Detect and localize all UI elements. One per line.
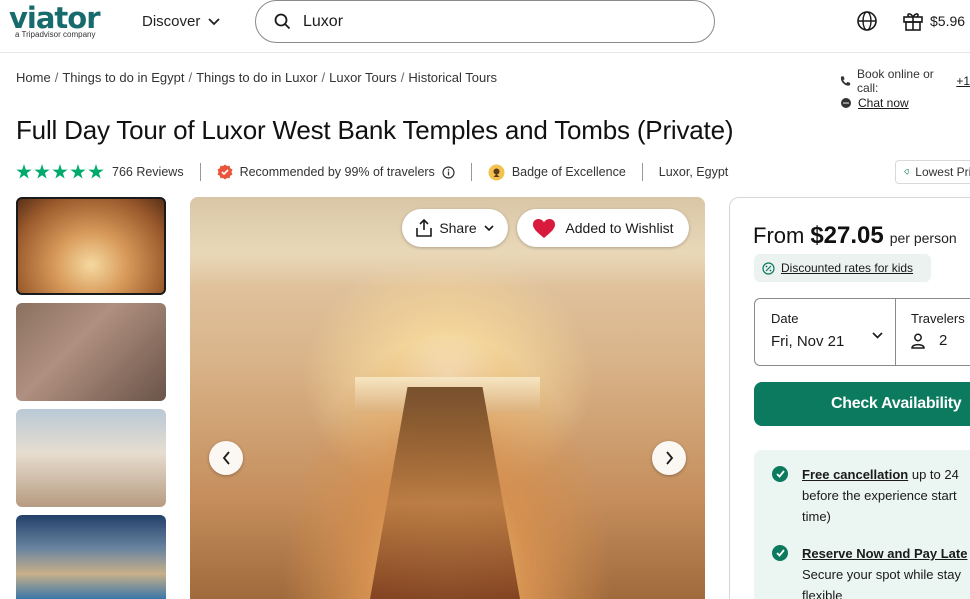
- star-icon: [34, 164, 50, 179]
- breadcrumb: Home / Things to do in Egypt / Things to do …: [16, 70, 498, 85]
- heart-icon: [533, 218, 556, 238]
- share-label: Share: [439, 220, 477, 236]
- breadcrumb-luxor-tours[interactable]: Luxor Tours: [329, 70, 397, 85]
- reviews-count[interactable]: 766 Reviews: [112, 165, 184, 179]
- travelers-selector[interactable]: 2: [911, 332, 947, 349]
- badge-info: Badge of Excellence: [488, 164, 626, 181]
- perk1-line2: before the experience start: [802, 488, 957, 503]
- perk-reserve-now: Reserve Now and Pay Late Secure your spo…: [772, 543, 970, 599]
- reserve-now-link[interactable]: Reserve Now and Pay Late: [802, 546, 967, 561]
- search-value: Luxor: [303, 12, 344, 30]
- star-icon: [70, 164, 86, 179]
- perk1-line3: time): [802, 509, 831, 524]
- from-label: From: [753, 223, 805, 248]
- free-cancellation-link[interactable]: Free cancellation: [802, 467, 908, 482]
- recommended-text: Recommended by 99% of travelers: [239, 165, 435, 179]
- price-display: From $27.05 per person: [753, 222, 957, 250]
- main-gallery-image[interactable]: [190, 197, 705, 599]
- kids-discount-link[interactable]: Discounted rates for kids: [754, 254, 931, 282]
- phone-link[interactable]: +1: [956, 74, 970, 88]
- person-icon: [911, 333, 925, 349]
- perk-text: Reserve Now and Pay Late Secure your spo…: [802, 543, 970, 599]
- divider: [470, 163, 472, 181]
- search-input[interactable]: Luxor: [255, 0, 715, 43]
- breadcrumb-egypt[interactable]: Things to do in Egypt: [62, 70, 184, 85]
- previous-image-button[interactable]: [209, 441, 243, 475]
- wallet-amount: $5.96: [930, 13, 966, 29]
- gallery-thumbnail[interactable]: [16, 409, 166, 507]
- recommended-info: Recommended by 99% of travelers: [217, 164, 455, 180]
- chevron-left-icon: [222, 451, 230, 465]
- price-amount: $27.05: [810, 222, 884, 249]
- wallet-button[interactable]: $5.96: [902, 10, 965, 32]
- top-header: viator a Tripadvisor company Discover Lu…: [0, 0, 970, 53]
- perk2-line2: flexible: [802, 588, 843, 599]
- picker-divider: [895, 299, 896, 365]
- gallery-thumbnail[interactable]: [16, 303, 166, 401]
- image-corridor: [370, 387, 520, 599]
- share-button[interactable]: Share: [402, 209, 508, 247]
- share-icon: [416, 219, 433, 237]
- travelers-count: 2: [939, 332, 948, 349]
- breadcrumb-historical-tours[interactable]: Historical Tours: [408, 70, 497, 85]
- contact-box: Book online or call: +1 Chat now: [840, 67, 970, 114]
- divider: [641, 163, 643, 181]
- wishlist-label: Added to Wishlist: [565, 220, 674, 236]
- kids-discount-text: Discounted rates for kids: [781, 261, 914, 275]
- perk1-line1: up to 24: [911, 467, 959, 482]
- chevron-right-icon: [665, 451, 673, 465]
- viator-logo[interactable]: viator a Tripadvisor company: [9, 1, 101, 39]
- info-icon[interactable]: [442, 165, 455, 179]
- per-person-label: per person: [889, 230, 957, 246]
- travelers-label: Travelers: [911, 311, 965, 326]
- date-selector[interactable]: Fri, Nov 21: [771, 333, 844, 350]
- perk-text: Free cancellation up to 24 before the ex…: [802, 464, 970, 527]
- date-dropdown[interactable]: [872, 326, 883, 344]
- chat-now-link[interactable]: Chat now: [858, 96, 909, 110]
- rating-stars[interactable]: [16, 164, 104, 180]
- perk-free-cancellation: Free cancellation up to 24 before the ex…: [772, 464, 970, 527]
- gift-icon: [903, 13, 923, 31]
- page-title: Full Day Tour of Luxor West Bank Temples…: [16, 115, 734, 145]
- chevron-down-icon: [208, 17, 220, 25]
- chat-icon: [841, 98, 851, 108]
- badge-of-excellence-icon: [488, 164, 505, 180]
- gallery-thumbnail[interactable]: [16, 515, 166, 599]
- logo-wordmark: viator: [9, 1, 101, 35]
- check-availability-button[interactable]: Check Availability: [754, 382, 970, 426]
- star-icon: [52, 164, 68, 179]
- wishlist-button[interactable]: Added to Wishlist: [517, 209, 689, 247]
- next-image-button[interactable]: [652, 441, 686, 475]
- star-icon: [16, 164, 32, 179]
- location-text: Luxor, Egypt: [658, 165, 729, 179]
- chevron-down-icon: [484, 224, 494, 231]
- badge-text: Badge of Excellence: [511, 165, 626, 179]
- discover-label: Discover: [142, 13, 201, 30]
- globe-icon: [857, 11, 877, 31]
- divider: [199, 163, 201, 181]
- chevron-down-icon: [872, 332, 883, 339]
- perk2-line1: Secure your spot while stay: [802, 567, 961, 582]
- language-button[interactable]: [856, 10, 878, 37]
- book-online-text: Book online or call:: [857, 67, 934, 95]
- price-tag-icon: [904, 169, 910, 175]
- discover-menu[interactable]: Discover: [142, 13, 220, 30]
- check-circle-icon: [772, 545, 788, 561]
- date-label: Date: [771, 311, 799, 326]
- lowest-price-badge: Lowest Price: [895, 160, 970, 184]
- phone-icon: [840, 76, 851, 86]
- breadcrumb-home[interactable]: Home: [16, 70, 51, 85]
- product-meta: 766 Reviews Recommended by 99% of travel…: [16, 161, 728, 183]
- discount-icon: [762, 261, 775, 275]
- logo-subtitle: a Tripadvisor company: [15, 30, 96, 39]
- breadcrumb-luxor[interactable]: Things to do in Luxor: [196, 70, 317, 85]
- star-icon: [88, 164, 104, 179]
- search-icon: [274, 13, 291, 30]
- gallery-thumbnail[interactable]: [16, 197, 166, 295]
- lowest-price-text: Lowest Price: [915, 165, 970, 179]
- check-circle-icon: [772, 466, 788, 482]
- recommended-badge-icon: [217, 164, 233, 180]
